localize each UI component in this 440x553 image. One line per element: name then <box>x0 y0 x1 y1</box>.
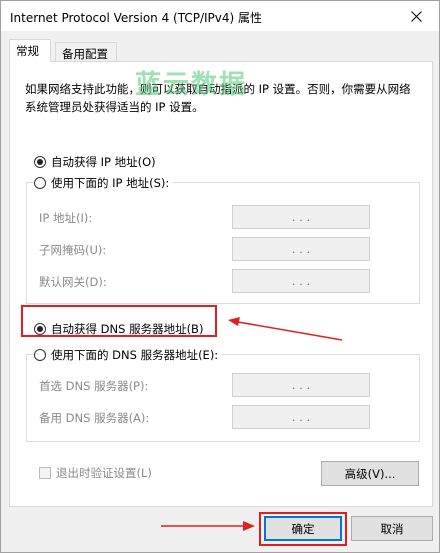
annotation-arrow-ok <box>161 521 255 531</box>
radio-auto-dns-label: 自动获得 DNS 服务器地址(B) <box>51 322 204 336</box>
radio-auto-ip[interactable]: 自动获得 IP 地址(O) <box>34 154 156 170</box>
tab-alternate-config[interactable]: 备用配置 <box>55 42 117 62</box>
checkbox-indicator[interactable] <box>39 467 51 479</box>
radio-auto-dns[interactable]: 自动获得 DNS 服务器地址(B) <box>34 321 203 337</box>
alternate-dns-input[interactable]: . . . <box>232 405 370 429</box>
description-text: 如果网络支持此功能，则可以获取自动指派的 IP 设置。否则，你需要从网络系统管理… <box>25 82 411 114</box>
preferred-dns-input[interactable]: . . . <box>232 373 370 397</box>
subnet-mask-label: 子网掩码(U): <box>39 243 107 257</box>
default-gateway-value: . . . <box>291 274 311 288</box>
alternate-dns-value: . . . <box>291 410 311 424</box>
radio-auto-ip-label: 自动获得 IP 地址(O) <box>51 155 156 169</box>
radio-indicator[interactable] <box>34 177 46 189</box>
window-title: Internet Protocol Version 4 (TCP/IPv4) 属… <box>10 11 263 25</box>
subnet-mask-input[interactable]: . . . <box>232 237 370 261</box>
ip-address-value: . . . <box>291 210 311 224</box>
annotation-arrow-dns <box>228 317 343 341</box>
ip-address-label: IP 地址(I): <box>39 211 93 225</box>
validate-on-exit-checkbox[interactable]: 退出时验证设置(L) <box>39 465 152 481</box>
radio-manual-ip[interactable]: 使用下面的 IP 地址(S): <box>34 175 174 191</box>
ip-address-input[interactable]: . . . <box>232 205 370 229</box>
radio-indicator[interactable] <box>34 156 46 168</box>
validate-on-exit-label: 退出时验证设置(L) <box>56 466 152 480</box>
default-gateway-input[interactable]: . . . <box>232 269 370 293</box>
radio-manual-ip-label: 使用下面的 IP 地址(S): <box>51 176 170 190</box>
radio-indicator[interactable] <box>34 323 46 335</box>
radio-manual-dns[interactable]: 使用下面的 DNS 服务器地址(E): <box>34 347 223 363</box>
preferred-dns-label: 首选 DNS 服务器(P): <box>39 379 149 393</box>
tab-general[interactable]: 常规 <box>9 39 51 62</box>
preferred-dns-value: . . . <box>291 378 311 392</box>
ok-button[interactable]: 确定 <box>264 516 342 541</box>
close-button[interactable] <box>393 1 439 31</box>
radio-indicator[interactable] <box>34 349 46 361</box>
title-bar[interactable]: Internet Protocol Version 4 (TCP/IPv4) 属… <box>1 1 439 31</box>
radio-manual-dns-label: 使用下面的 DNS 服务器地址(E): <box>51 348 219 362</box>
default-gateway-label: 默认网关(D): <box>39 275 107 289</box>
cancel-button[interactable]: 取消 <box>351 516 433 541</box>
tab-panel-general: 如果网络支持此功能，则可以获取自动指派的 IP 设置。否则，你需要从网络系统管理… <box>9 61 433 507</box>
close-icon <box>410 10 422 22</box>
alternate-dns-label: 备用 DNS 服务器(A): <box>39 411 150 425</box>
dialog-window: Internet Protocol Version 4 (TCP/IPv4) 属… <box>0 0 440 553</box>
subnet-mask-value: . . . <box>291 242 311 256</box>
advanced-button[interactable]: 高级(V)... <box>321 461 419 486</box>
